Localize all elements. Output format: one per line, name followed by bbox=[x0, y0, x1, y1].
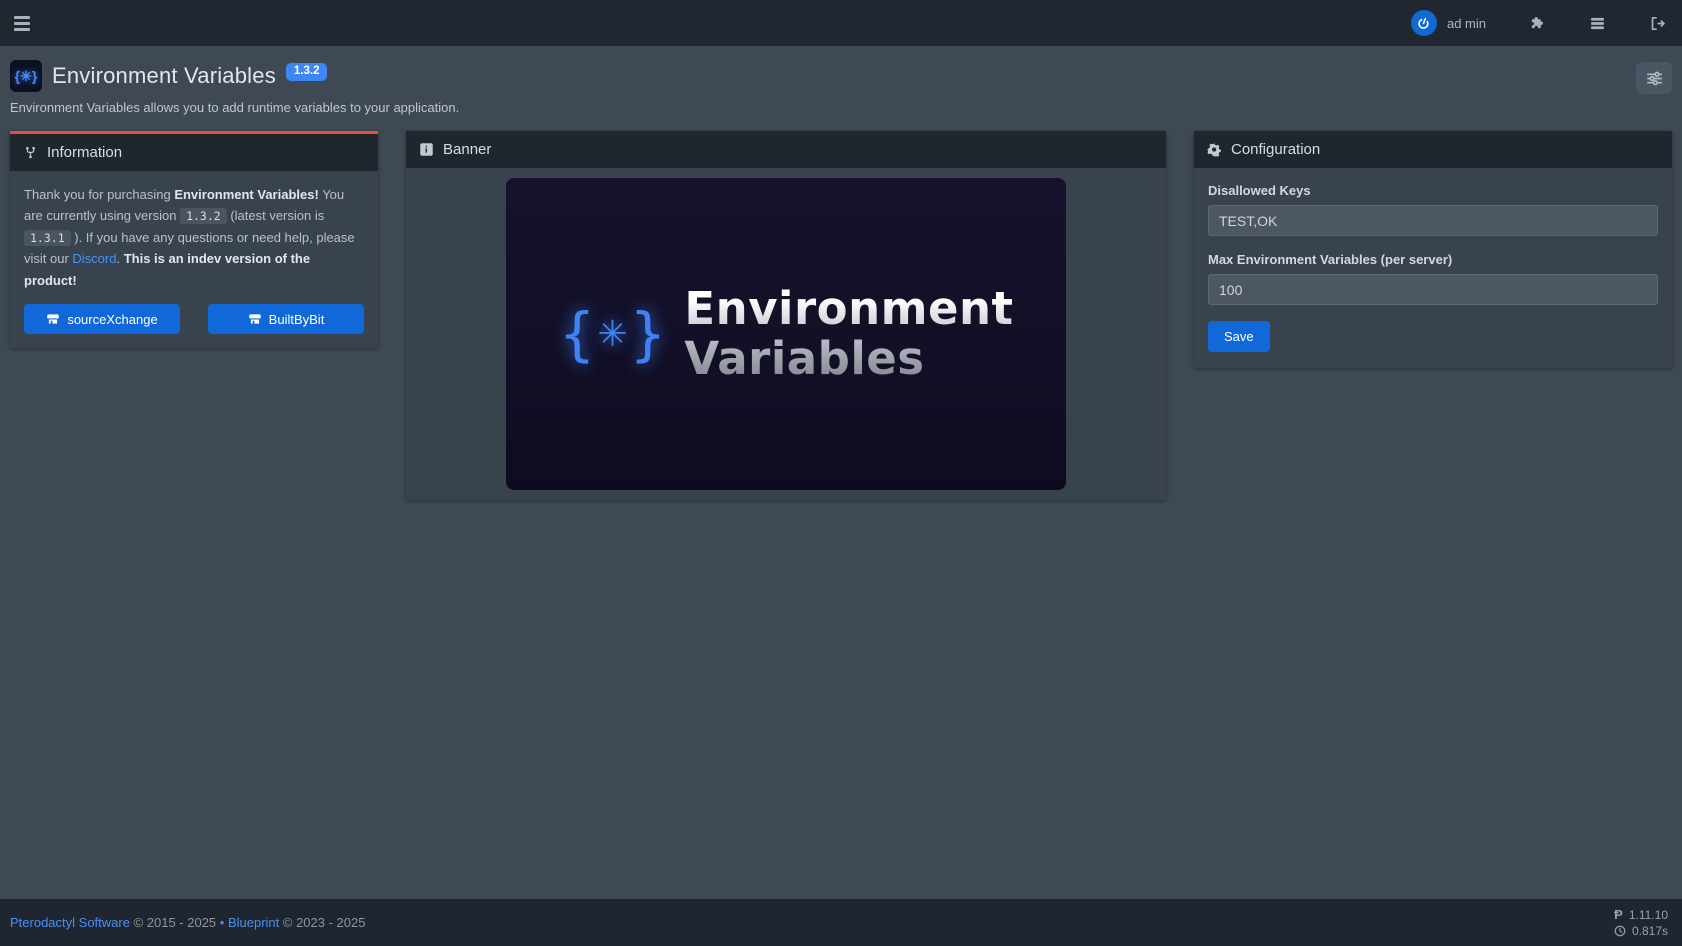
page-subtitle: Environment Variables allows you to add … bbox=[10, 100, 1672, 115]
page-title: Environment Variables bbox=[52, 63, 276, 89]
gear-icon bbox=[1207, 142, 1222, 157]
sidebar-toggle-button[interactable] bbox=[10, 13, 34, 33]
information-text: Thank you for purchasing Environment Var… bbox=[24, 184, 364, 291]
main-content: Information Thank you for purchasing Env… bbox=[0, 131, 1682, 899]
store-icon bbox=[46, 312, 60, 326]
extension-logo-icon: {✳} bbox=[10, 60, 42, 92]
version-badge: 1.3.2 bbox=[286, 63, 328, 81]
panel-version-label: 1.11.10 bbox=[1629, 908, 1668, 922]
information-panel-header: Information bbox=[10, 134, 378, 171]
extension-settings-button[interactable] bbox=[1636, 62, 1672, 94]
disallowed-keys-label: Disallowed Keys bbox=[1208, 183, 1658, 198]
pterodactyl-icon: Ᵽ bbox=[1614, 908, 1623, 921]
banner-image: { ✳ } Environment Variables bbox=[506, 178, 1066, 490]
sourcexchange-button[interactable]: sourceXchange bbox=[24, 304, 180, 334]
disallowed-keys-input[interactable] bbox=[1208, 205, 1658, 236]
code-fork-icon bbox=[23, 145, 38, 160]
sliders-icon bbox=[1646, 71, 1663, 86]
user-avatar bbox=[1411, 10, 1437, 36]
username-label: ad min bbox=[1447, 16, 1486, 31]
banner-panel: Banner { ✳ } Environment Variables bbox=[406, 131, 1166, 500]
render-time-label: 0.817s bbox=[1632, 924, 1668, 938]
information-panel: Information Thank you for purchasing Env… bbox=[10, 131, 378, 348]
latest-version-chip: 1.3.1 bbox=[24, 230, 71, 246]
max-env-vars-label: Max Environment Variables (per server) bbox=[1208, 252, 1658, 267]
page-header: {✳} Environment Variables 1.3.2 Environm… bbox=[0, 46, 1682, 131]
footer-copyright: Pterodactyl Software © 2015 - 2025 • Blu… bbox=[10, 915, 365, 930]
information-panel-title: Information bbox=[47, 144, 122, 161]
footer-meta: Ᵽ 1.11.10 0.817s bbox=[1614, 908, 1668, 938]
banner-panel-header: Banner bbox=[406, 131, 1166, 168]
info-square-icon bbox=[419, 142, 434, 157]
extensions-icon[interactable] bbox=[1529, 15, 1546, 32]
banner-wordmark: Environment Variables bbox=[684, 284, 1013, 385]
server-list-icon[interactable] bbox=[1589, 15, 1606, 32]
footer: Pterodactyl Software © 2015 - 2025 • Blu… bbox=[0, 899, 1682, 946]
save-button[interactable]: Save bbox=[1208, 321, 1270, 352]
user-menu[interactable]: ad min bbox=[1411, 10, 1486, 36]
configuration-panel-header: Configuration bbox=[1194, 131, 1672, 168]
discord-link[interactable]: Discord bbox=[72, 251, 116, 266]
pterodactyl-link[interactable]: Pterodactyl Software bbox=[10, 915, 130, 930]
configuration-panel: Configuration Disallowed Keys Max Enviro… bbox=[1194, 131, 1672, 368]
store-icon bbox=[248, 312, 262, 326]
hamburger-icon bbox=[14, 16, 30, 19]
configuration-panel-title: Configuration bbox=[1231, 141, 1320, 158]
env-vars-logo-icon: { ✳ } bbox=[558, 305, 666, 363]
power-icon bbox=[1414, 13, 1433, 32]
banner-panel-title: Banner bbox=[443, 141, 491, 158]
top-navbar: ad min bbox=[0, 0, 1682, 46]
clock-icon bbox=[1614, 925, 1626, 937]
max-env-vars-input[interactable] bbox=[1208, 274, 1658, 305]
blueprint-link[interactable]: Blueprint bbox=[228, 915, 279, 930]
builtbybit-button[interactable]: BuiltByBit bbox=[208, 304, 364, 334]
logout-icon[interactable] bbox=[1649, 15, 1666, 32]
current-version-chip: 1.3.2 bbox=[180, 208, 227, 224]
